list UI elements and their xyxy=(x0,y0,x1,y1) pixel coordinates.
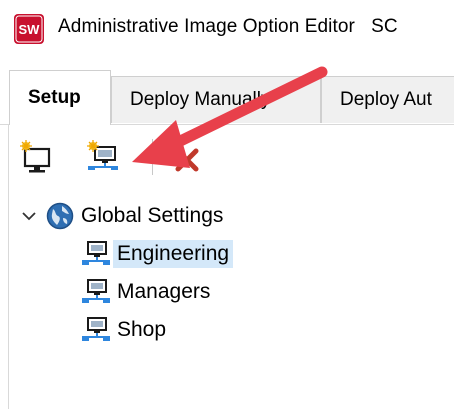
tab-deploy-manually-label: Deploy Manually xyxy=(130,89,271,110)
tab-setup[interactable]: Setup xyxy=(9,70,111,125)
network-group-icon xyxy=(82,317,110,341)
tree-node-managers[interactable]: Managers xyxy=(81,274,210,310)
new-network-group-icon[interactable] xyxy=(85,139,121,175)
network-group-icon xyxy=(82,279,110,303)
svg-text:SW: SW xyxy=(19,22,41,37)
tab-setup-label: Setup xyxy=(28,87,81,108)
tree-node-engineering[interactable]: Engineering xyxy=(81,236,234,272)
tab-deploy-automatically-label: Deploy Aut xyxy=(340,89,432,110)
tab-strip: Setup Deploy Manually Deploy Aut xyxy=(0,70,454,125)
chevron-down-icon[interactable] xyxy=(21,208,37,224)
tab-deploy-manually[interactable]: Deploy Manually xyxy=(111,76,321,123)
window-title-suffix: SC xyxy=(371,16,398,37)
new-computer-icon[interactable] xyxy=(19,139,55,175)
tree-node-label: Engineering xyxy=(113,240,234,268)
toolbar-separator xyxy=(152,139,153,175)
tree-node-label: Global Settings xyxy=(81,204,224,227)
title-bar: SW Administrative Image Option Editor SC xyxy=(0,0,454,58)
network-group-icon xyxy=(82,241,110,265)
tree-node-label: Managers xyxy=(117,280,211,303)
globe-icon xyxy=(46,202,74,230)
window-title-text: Administrative Image Option Editor xyxy=(58,16,355,37)
delete-icon[interactable] xyxy=(169,139,205,175)
settings-tree: Global Settings Engineering Managers Sho… xyxy=(9,198,454,409)
solidworks-logo-icon: SW xyxy=(14,14,44,44)
tree-node-shop[interactable]: Shop xyxy=(81,312,166,348)
tab-deploy-automatically[interactable]: Deploy Aut xyxy=(321,76,454,123)
tree-node-label: Shop xyxy=(117,318,167,341)
toolbar xyxy=(9,125,454,187)
window-title: Administrative Image Option Editor SC xyxy=(58,16,398,38)
tree-node-global-settings[interactable]: Global Settings xyxy=(45,198,223,234)
